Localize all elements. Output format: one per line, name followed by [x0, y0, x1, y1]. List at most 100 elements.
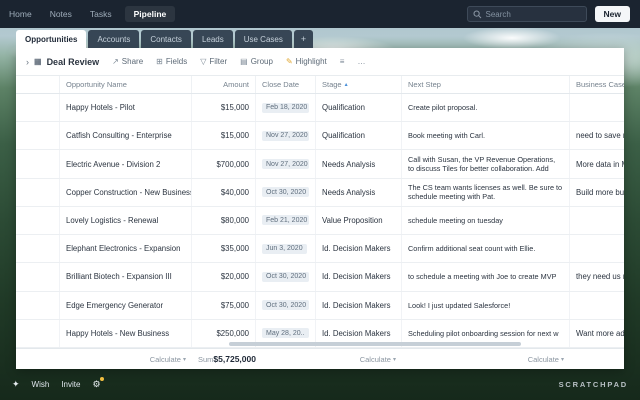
settings-button[interactable]: ⚙ [92, 379, 100, 390]
sum-amount-column[interactable]: Sum $5,725,000 [192, 354, 256, 364]
cell-stage[interactable]: Id. Decision Makers [316, 263, 402, 290]
cell-amount[interactable]: $20,000 [192, 263, 256, 290]
cell-next-step[interactable]: Look! I just updated Salesforce! [402, 292, 570, 319]
cell-next-step[interactable]: Create pilot proposal. [402, 94, 570, 121]
column-header-close-date[interactable]: Close Date [256, 76, 316, 93]
tab-use-cases[interactable]: Use Cases [235, 30, 292, 48]
cell-stage[interactable]: Value Proposition [316, 207, 402, 234]
cell-business-case[interactable]: need to save mone [570, 122, 624, 149]
tab-leads[interactable]: Leads [193, 30, 233, 48]
cell-stage[interactable]: Id. Decision Makers [316, 292, 402, 319]
cell-business-case[interactable] [570, 94, 624, 121]
more-options-button[interactable]: … [357, 57, 365, 66]
tab-accounts[interactable]: Accounts [88, 30, 139, 48]
calculate-stage-column[interactable]: Calculate ▾ [316, 355, 402, 364]
cell-next-step[interactable]: to schedule a meeting with Joe to create… [402, 263, 570, 290]
cell-opportunity-name[interactable]: Happy Hotels - New Business [60, 320, 192, 347]
row-gutter[interactable] [16, 207, 60, 234]
cell-close-date[interactable]: Nov 27, 2020 [256, 150, 316, 177]
cell-amount[interactable]: $15,000 [192, 94, 256, 121]
search-box[interactable] [467, 6, 587, 22]
cell-business-case[interactable] [570, 235, 624, 262]
cell-next-step[interactable]: Call with Susan, the VP Revenue Operatio… [402, 150, 570, 177]
column-header-amount[interactable]: Amount [192, 76, 256, 93]
invite-button[interactable]: Invite [61, 380, 80, 389]
cell-next-step[interactable]: Book meeting with Carl. [402, 122, 570, 149]
cell-opportunity-name[interactable]: Happy Hotels - Pilot [60, 94, 192, 121]
add-tab-button[interactable]: + [294, 30, 313, 48]
cell-close-date[interactable]: Jun 3, 2020 [256, 235, 316, 262]
new-button[interactable]: New [595, 6, 630, 22]
wish-button[interactable]: Wish [32, 380, 50, 389]
cell-opportunity-name[interactable]: Copper Construction - New Business [60, 179, 192, 206]
table-row[interactable]: Electric Avenue - Division 2 $700,000 No… [16, 150, 624, 178]
table-row[interactable]: Happy Hotels - Pilot $15,000 Feb 18, 202… [16, 94, 624, 122]
table-row[interactable]: Brilliant Biotech - Expansion III $20,00… [16, 263, 624, 291]
cell-close-date[interactable]: Oct 30, 2020 [256, 292, 316, 319]
column-header-next-step[interactable]: Next Step [402, 76, 570, 93]
row-gutter[interactable] [16, 150, 60, 177]
cell-stage[interactable]: Needs Analysis [316, 150, 402, 177]
cell-opportunity-name[interactable]: Elephant Electronics - Expansion [60, 235, 192, 262]
table-row[interactable]: Lovely Logistics - Renewal $80,000 Feb 2… [16, 207, 624, 235]
share-button[interactable]: ↗ Share [112, 57, 143, 66]
table-row[interactable]: Elephant Electronics - Expansion $35,000… [16, 235, 624, 263]
cell-opportunity-name[interactable]: Edge Emergency Generator [60, 292, 192, 319]
cell-close-date[interactable]: Oct 30, 2020 [256, 263, 316, 290]
cell-amount[interactable]: $80,000 [192, 207, 256, 234]
cell-opportunity-name[interactable]: Lovely Logistics - Renewal [60, 207, 192, 234]
cell-stage[interactable]: Id. Decision Makers [316, 235, 402, 262]
cell-next-step[interactable]: Confirm additional seat count with Ellie… [402, 235, 570, 262]
cell-close-date[interactable]: Nov 27, 2020 [256, 122, 316, 149]
row-gutter[interactable] [16, 320, 60, 347]
cell-next-step[interactable]: schedule meeting on tuesday [402, 207, 570, 234]
nav-item-tasks[interactable]: Tasks [81, 6, 121, 22]
nav-item-notes[interactable]: Notes [41, 6, 81, 22]
cell-business-case[interactable] [570, 207, 624, 234]
cell-business-case[interactable]: Build more building [570, 179, 624, 206]
table-row[interactable]: Copper Construction - New Business $40,0… [16, 179, 624, 207]
cell-business-case[interactable]: More data in MED [570, 150, 624, 177]
cell-stage[interactable]: Qualification [316, 94, 402, 121]
view-selector[interactable]: › ▦ Deal Review [26, 57, 99, 67]
row-gutter[interactable] [16, 179, 60, 206]
row-gutter[interactable] [16, 235, 60, 262]
nav-item-pipeline[interactable]: Pipeline [125, 6, 176, 22]
tab-opportunities[interactable]: Opportunities [16, 30, 86, 48]
search-input[interactable] [486, 10, 581, 19]
cell-amount[interactable]: $40,000 [192, 179, 256, 206]
filter-button[interactable]: ▽ Filter [200, 57, 227, 66]
sort-list-button[interactable]: ≡ [340, 57, 345, 66]
cell-amount[interactable]: $15,000 [192, 122, 256, 149]
cell-close-date[interactable]: Feb 18, 2020 [256, 94, 316, 121]
table-row[interactable]: Edge Emergency Generator $75,000 Oct 30,… [16, 292, 624, 320]
cell-opportunity-name[interactable]: Electric Avenue - Division 2 [60, 150, 192, 177]
column-header-stage[interactable]: Stage ▴ [316, 76, 402, 93]
column-header-opportunity-name[interactable]: Opportunity Name [60, 76, 192, 93]
cell-amount[interactable]: $75,000 [192, 292, 256, 319]
group-button[interactable]: ▤ Group [240, 57, 273, 66]
tab-contacts[interactable]: Contacts [141, 30, 191, 48]
row-gutter[interactable] [16, 94, 60, 121]
cell-stage[interactable]: Needs Analysis [316, 179, 402, 206]
cell-stage[interactable]: Qualification [316, 122, 402, 149]
fields-button[interactable]: ⊞ Fields [156, 57, 187, 66]
highlight-button[interactable]: ✎ Highlight [286, 57, 327, 66]
row-gutter[interactable] [16, 263, 60, 290]
cell-amount[interactable]: $700,000 [192, 150, 256, 177]
cell-close-date[interactable]: Feb 21, 2020 [256, 207, 316, 234]
cell-close-date[interactable]: Oct 30, 2020 [256, 179, 316, 206]
cell-business-case[interactable]: they need us now [570, 263, 624, 290]
cell-opportunity-name[interactable]: Brilliant Biotech - Expansion III [60, 263, 192, 290]
cell-business-case[interactable] [570, 292, 624, 319]
cell-opportunity-name[interactable]: Catfish Consulting - Enterprise [60, 122, 192, 149]
row-gutter[interactable] [16, 292, 60, 319]
cell-next-step[interactable]: The CS team wants licenses as well. Be s… [402, 179, 570, 206]
cell-amount[interactable]: $35,000 [192, 235, 256, 262]
horizontal-scrollbar-thumb[interactable] [229, 342, 521, 346]
calculate-name-column[interactable]: Calculate ▾ [60, 355, 192, 364]
cell-business-case[interactable]: Want more adoptio [570, 320, 624, 347]
table-row[interactable]: Catfish Consulting - Enterprise $15,000 … [16, 122, 624, 150]
nav-item-home[interactable]: Home [0, 6, 41, 22]
calculate-next-step-column[interactable]: Calculate ▾ [402, 355, 570, 364]
